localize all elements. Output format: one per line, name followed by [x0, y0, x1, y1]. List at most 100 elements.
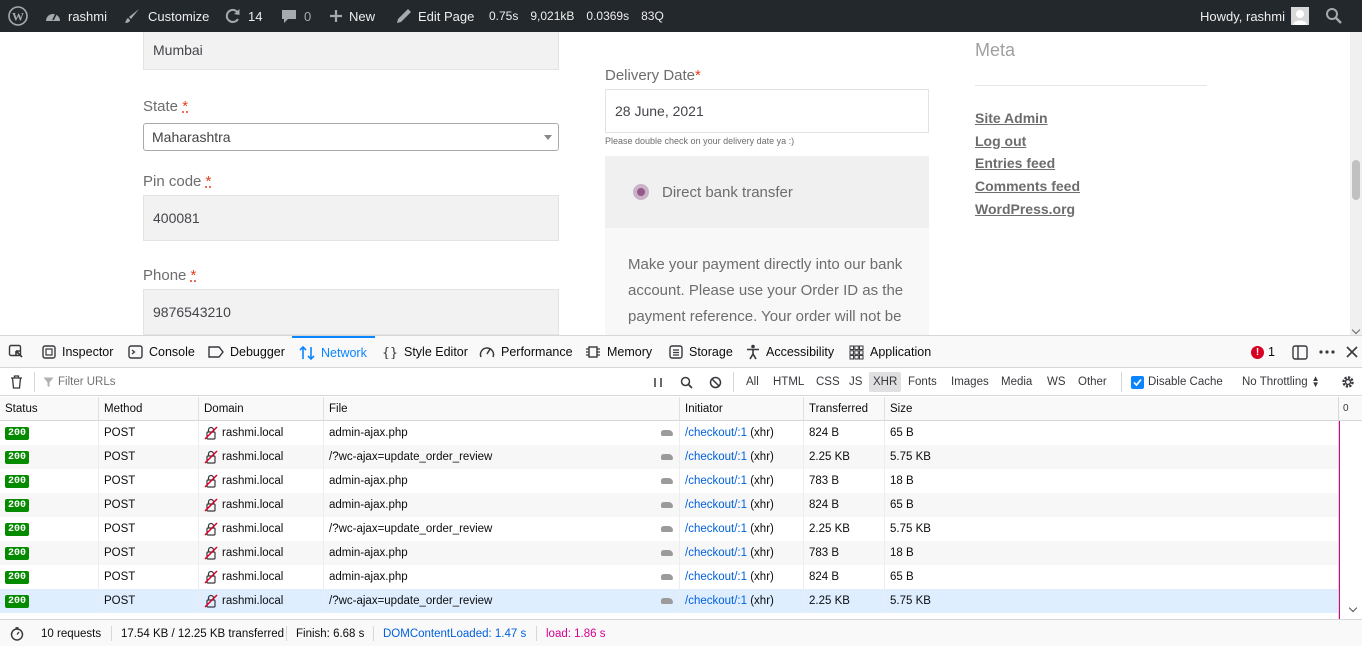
table-row[interactable]: 200 POST rashmi.local admin-ajax.php/checko…: [0, 565, 1338, 589]
domain-cell: rashmi.local: [199, 517, 324, 541]
filter-js[interactable]: JS: [849, 368, 862, 396]
customize-link[interactable]: Customize: [124, 0, 209, 32]
radio-selected-icon[interactable]: [633, 184, 649, 200]
filter-css[interactable]: CSS: [816, 368, 840, 396]
tab-console[interactable]: Console: [128, 336, 195, 368]
pin-code-field[interactable]: 400081: [143, 195, 559, 241]
meta-link-log-out[interactable]: Log out: [975, 130, 1080, 153]
column-domain[interactable]: Domain: [199, 397, 324, 421]
column-transferred[interactable]: Transferred: [804, 397, 885, 421]
initiator-link[interactable]: /checkout/:1: [685, 499, 747, 511]
stopwatch-icon[interactable]: [10, 620, 24, 647]
filter-other[interactable]: Other: [1078, 368, 1107, 396]
payment-option[interactable]: Direct bank transfer: [605, 156, 929, 228]
tab-debugger[interactable]: Debugger: [208, 336, 285, 368]
chevron-down-icon: [544, 135, 552, 140]
pause-icon[interactable]: [653, 368, 663, 396]
tracking-icon: [661, 478, 673, 484]
meta-link-wordpress-org[interactable]: WordPress.org: [975, 198, 1080, 221]
meta-link-site-admin[interactable]: Site Admin: [975, 107, 1080, 130]
new-content-link[interactable]: New: [329, 0, 375, 32]
tab-style-editor[interactable]: {} Style Editor: [382, 336, 468, 368]
required-mark: *: [205, 173, 212, 190]
initiator-cell: /checkout/:1 (xhr): [680, 589, 804, 613]
tab-performance[interactable]: Performance: [479, 336, 573, 368]
settings-gear-icon[interactable]: [1340, 368, 1356, 396]
filter-urls-input[interactable]: Filter URLs: [43, 368, 643, 396]
state-select[interactable]: Maharashtra: [143, 123, 559, 151]
meta-link-comments-feed[interactable]: Comments feed: [975, 175, 1080, 198]
block-icon[interactable]: [709, 368, 722, 396]
column-status[interactable]: Status: [0, 397, 99, 421]
initiator-link[interactable]: /checkout/:1: [685, 451, 747, 463]
disable-cache-checkbox[interactable]: Disable Cache: [1131, 368, 1223, 396]
table-row[interactable]: 200 POST rashmi.local admin-ajax.php/checko…: [0, 493, 1338, 517]
filter-html[interactable]: HTML: [773, 368, 804, 396]
meta-link-entries-feed[interactable]: Entries feed: [975, 152, 1080, 175]
filter-images[interactable]: Images: [951, 368, 989, 396]
table-row[interactable]: 200 POST rashmi.local admin-ajax.php/checko…: [0, 421, 1338, 445]
tab-inspector[interactable]: Inspector: [42, 336, 113, 368]
table-row[interactable]: 200 POST rashmi.local /?wc-ajax=update_orde…: [0, 589, 1338, 613]
insecure-lock-icon: [204, 546, 218, 560]
search-icon[interactable]: [680, 368, 693, 396]
filter-all[interactable]: All: [746, 368, 759, 396]
more-options-icon[interactable]: [1319, 336, 1341, 368]
file-cell: admin-ajax.php: [324, 565, 680, 589]
file-cell: admin-ajax.php: [324, 469, 680, 493]
updates-link[interactable]: 14: [224, 0, 262, 32]
transferred-cell: 824 B: [804, 493, 885, 517]
edit-page-link[interactable]: Edit Page: [396, 0, 474, 32]
column-method[interactable]: Method: [99, 397, 199, 421]
query-monitor-stats[interactable]: 0.75s 9,021kB 0.0369s 83Q: [489, 0, 664, 32]
insecure-lock-icon: [204, 426, 218, 440]
table-row[interactable]: 200 POST rashmi.local /?wc-ajax=update_orde…: [0, 445, 1338, 469]
table-row[interactable]: 200 POST rashmi.local admin-ajax.php/checko…: [0, 541, 1338, 565]
throttling-select[interactable]: No Throttling ▲ ▼: [1242, 368, 1320, 396]
initiator-link[interactable]: /checkout/:1: [685, 595, 747, 607]
filter-media[interactable]: Media: [1001, 368, 1032, 396]
initiator-link[interactable]: /checkout/:1: [685, 547, 747, 559]
initiator-link[interactable]: /checkout/:1: [685, 571, 747, 583]
initiator-link[interactable]: /checkout/:1: [685, 475, 747, 487]
tab-memory[interactable]: Memory: [585, 336, 652, 368]
brush-icon: [125, 9, 139, 23]
tab-accessibility[interactable]: Accessibility: [746, 336, 834, 368]
tab-storage[interactable]: Storage: [669, 336, 733, 368]
site-name-link[interactable]: rashmi: [44, 0, 107, 32]
filter-fonts[interactable]: Fonts: [908, 368, 937, 396]
trash-icon[interactable]: [10, 368, 23, 396]
delivery-date-field[interactable]: 28 June, 2021: [605, 89, 929, 133]
column-file[interactable]: File: [324, 397, 680, 421]
filter-xhr[interactable]: XHR: [869, 372, 902, 392]
initiator-cell: /checkout/:1 (xhr): [680, 565, 804, 589]
status-badge: 200: [5, 426, 30, 440]
comments-link[interactable]: 0: [280, 0, 311, 32]
initiator-link[interactable]: /checkout/:1: [685, 523, 747, 535]
close-icon[interactable]: [1346, 336, 1362, 368]
tab-application[interactable]: Application: [849, 336, 931, 368]
transferred-cell: 783 B: [804, 541, 885, 565]
page-scrollbar[interactable]: [1350, 32, 1362, 335]
filter-ws[interactable]: WS: [1047, 368, 1066, 396]
table-row[interactable]: 200 POST rashmi.local admin-ajax.php/checko…: [0, 469, 1338, 493]
state-label-text: State: [143, 98, 179, 115]
search-icon[interactable]: [1325, 0, 1349, 32]
tab-network[interactable]: Network: [292, 336, 375, 368]
column-initiator[interactable]: Initiator: [680, 397, 804, 421]
table-row[interactable]: 200 POST rashmi.local /?wc-ajax=update_orde…: [0, 517, 1338, 541]
city-field[interactable]: Mumbai: [143, 32, 559, 70]
element-picker-icon[interactable]: [8, 336, 30, 368]
initiator-link[interactable]: /checkout/:1: [685, 427, 747, 439]
wordpress-logo-icon[interactable]: W: [8, 0, 34, 32]
phone-field[interactable]: 9876543210: [143, 289, 559, 335]
column-size[interactable]: Size: [885, 397, 1338, 421]
user-account-link[interactable]: Howdy, rashmi: [1200, 0, 1310, 32]
dock-toggle-icon[interactable]: [1292, 336, 1314, 368]
error-count-badge[interactable]: ! 1: [1251, 336, 1275, 368]
scrollbar-thumb[interactable]: [1352, 160, 1360, 200]
scroll-down-arrow-icon[interactable]: [1351, 325, 1361, 335]
error-count: 1: [1268, 345, 1275, 359]
console-icon: [128, 345, 143, 359]
transferred-cell: 824 B: [804, 421, 885, 445]
